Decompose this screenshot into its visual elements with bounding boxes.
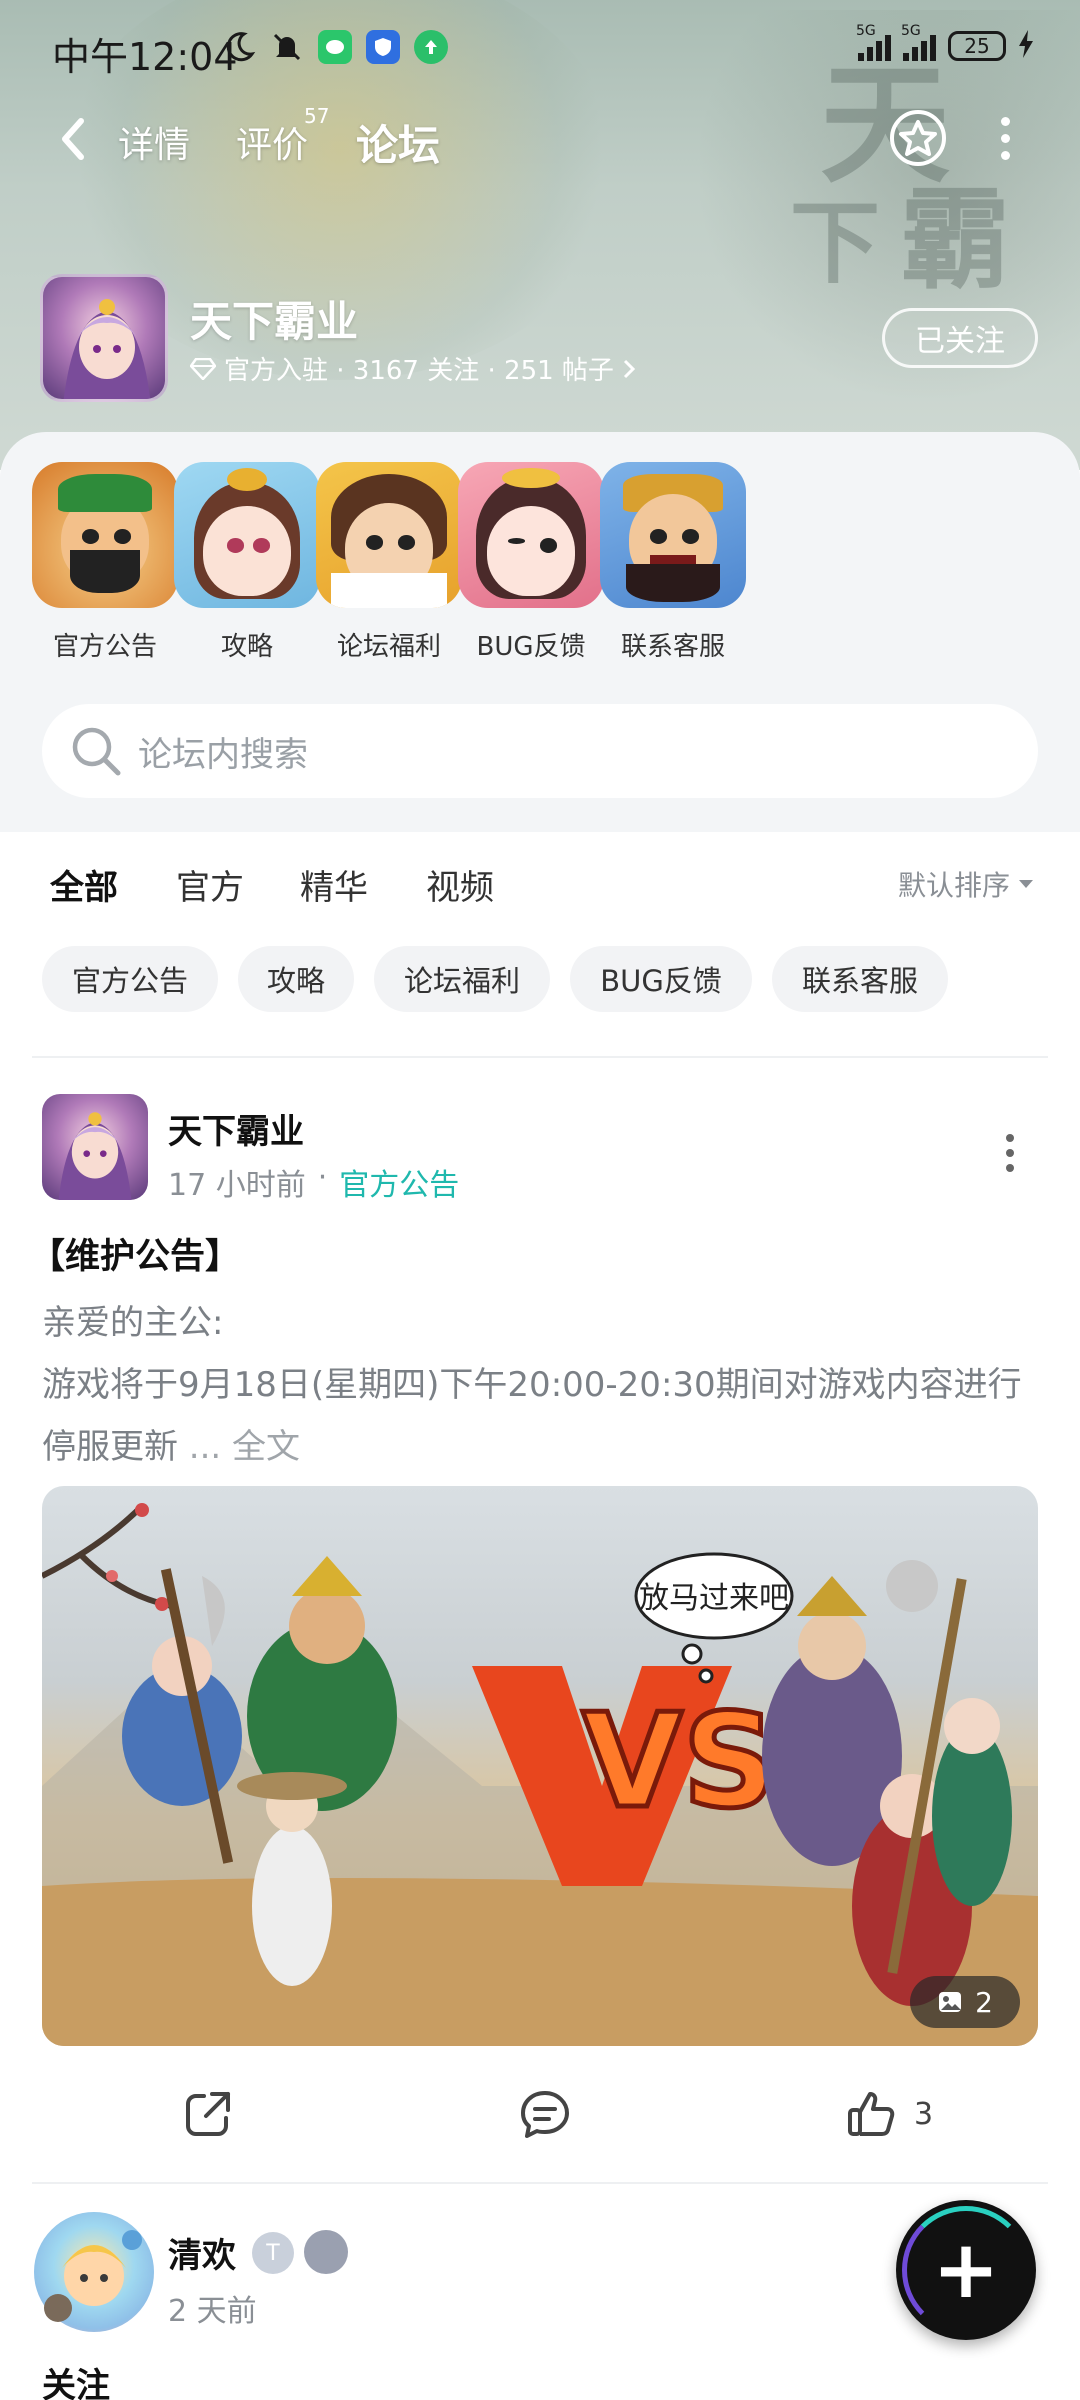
image-icon xyxy=(939,1992,962,2012)
create-post-button[interactable]: + xyxy=(896,2200,1036,2340)
game-stats[interactable]: 官方入驻 · 3167 关注 · 251 帖子 xyxy=(190,350,636,387)
tab-details[interactable]: 详情 xyxy=(118,116,190,168)
official-announcement-icon xyxy=(32,462,178,608)
chip-guides[interactable]: 攻略 xyxy=(238,946,354,1012)
svg-text:VS: VS xyxy=(582,1685,776,1837)
bug-feedback-icon xyxy=(458,462,604,608)
tab-reviews[interactable]: 评价 xyxy=(236,116,308,168)
speech-bubble-text: 放马过来吧 xyxy=(639,1581,789,1616)
following-button[interactable]: 已关注 xyxy=(882,308,1038,368)
signal-icon: 5G xyxy=(856,23,891,61)
divider xyxy=(32,1056,1048,1058)
forum-benefits-icon xyxy=(316,462,462,608)
author-name[interactable]: 清欢 xyxy=(168,2228,236,2277)
moon-icon xyxy=(222,30,256,64)
sort-label: 默认排序 xyxy=(898,869,1011,902)
post-title: 【维护公告】 xyxy=(30,1237,241,1277)
notification-icons xyxy=(222,30,448,64)
customer-service-icon xyxy=(600,462,746,608)
comment-button[interactable] xyxy=(518,2088,572,2142)
meta-separator: · xyxy=(317,1160,328,1195)
section-customer-service[interactable]: 联系客服 xyxy=(588,462,758,663)
review-count-badge: 57 xyxy=(304,104,330,128)
comment-icon xyxy=(521,2091,569,2138)
image-count: 2 xyxy=(975,1985,993,2019)
thumbs-up-icon xyxy=(848,2092,895,2136)
game-stats-text: 官方入驻 · 3167 关注 · 251 帖子 xyxy=(224,356,614,386)
user-medal-icon xyxy=(304,2230,348,2274)
section-label: 官方公告 xyxy=(52,632,157,662)
game-avatar[interactable] xyxy=(40,274,168,402)
filter-tab-video[interactable]: 视频 xyxy=(426,860,494,909)
section-label: 论坛福利 xyxy=(336,632,441,662)
battery-icon: 25 xyxy=(948,31,1006,61)
filter-tab-all[interactable]: 全部 xyxy=(50,860,118,917)
author-avatar[interactable] xyxy=(34,2212,154,2332)
forum-sections-panel: 官方公告 攻略 论坛福利 BUG反馈 联系客服 论坛内搜索 xyxy=(0,432,1080,832)
post-excerpt: 关注 xyxy=(42,2366,110,2400)
status-bar: 中午12:04 5G 5G 25 xyxy=(0,0,1080,96)
network-label: 5G xyxy=(856,23,876,39)
post-category-tag[interactable]: 官方公告 xyxy=(339,1160,459,1204)
section-label: BUG反馈 xyxy=(476,632,586,662)
post-time: 2 天前 xyxy=(168,2294,257,2329)
like-button[interactable]: 3 xyxy=(846,2088,933,2140)
share-button[interactable] xyxy=(182,2088,234,2140)
search-input[interactable]: 论坛内搜索 xyxy=(138,727,308,776)
upload-app-icon xyxy=(414,30,448,64)
ellipsis: ... xyxy=(178,1427,233,1467)
chip-customer-service[interactable]: 联系客服 xyxy=(772,946,948,1012)
guide-icon xyxy=(174,462,320,608)
status-time: 中午12:04 xyxy=(52,35,238,79)
back-button[interactable] xyxy=(48,114,98,164)
post-meta: 17 小时前 · 官方公告 xyxy=(168,1160,459,1204)
post-image[interactable]: VS 放马过来吧 2 xyxy=(42,1486,1038,2046)
forum-search-bar[interactable]: 论坛内搜索 xyxy=(42,704,1038,798)
game-info: 天下霸业 官方入驻 · 3167 关注 · 251 帖子 已关注 xyxy=(0,270,1080,410)
search-icon xyxy=(72,727,121,776)
signal-icon: 5G xyxy=(901,23,936,61)
mute-bell-icon xyxy=(270,30,304,64)
section-label: 攻略 xyxy=(220,632,273,662)
tab-forum[interactable]: 论坛 xyxy=(351,112,445,173)
filter-tab-official[interactable]: 官方 xyxy=(176,860,244,909)
battery-level: 25 xyxy=(964,34,990,58)
user-level-badge: T xyxy=(252,2232,294,2274)
game-title: 天下霸业 xyxy=(190,297,359,346)
chip-forum-benefits[interactable]: 论坛福利 xyxy=(374,946,550,1012)
wechat-icon xyxy=(318,30,352,64)
post-actions: 3 xyxy=(0,2084,1080,2154)
share-icon xyxy=(186,2092,230,2136)
image-count-badge: 2 xyxy=(910,1976,1020,2028)
post-filter: 全部 官方 精华 视频 默认排序 官方公告 攻略 论坛福利 BUG反馈 联系客服 xyxy=(0,832,1080,1058)
favorite-button[interactable] xyxy=(888,108,948,168)
sort-dropdown[interactable]: 默认排序 xyxy=(898,864,1034,904)
star-icon xyxy=(890,110,946,166)
plus-icon: + xyxy=(932,2223,1000,2316)
post-body-line: 亲爱的主公: xyxy=(42,1303,224,1343)
post-body[interactable]: 亲爱的主公: 游戏将于9月18日(星期四)下午20:00-20:30期间对游戏内… xyxy=(42,1292,1042,1478)
post-time: 17 小时前 xyxy=(168,1168,306,1203)
divider xyxy=(32,2182,1048,2184)
post-more-button[interactable] xyxy=(1004,1134,1016,1174)
charging-icon xyxy=(1018,30,1034,62)
author-name[interactable]: 天下霸业 xyxy=(168,1104,304,1153)
chip-official-announcements[interactable]: 官方公告 xyxy=(42,946,218,1012)
more-options-button[interactable] xyxy=(990,112,1020,164)
like-count: 3 xyxy=(914,2096,934,2132)
chevron-left-icon xyxy=(62,118,84,160)
chip-bug-feedback[interactable]: BUG反馈 xyxy=(570,946,752,1012)
game-header: 天 下 霸 中午12:04 5G 5G 25 详情 评价 57 论坛 天下霸业 … xyxy=(0,0,1080,470)
top-nav: 详情 评价 57 论坛 xyxy=(0,96,1080,186)
caret-down-icon xyxy=(1019,880,1034,888)
read-full-link[interactable]: 全文 xyxy=(232,1427,300,1467)
diamond-icon xyxy=(190,357,216,380)
shield-app-icon xyxy=(366,30,400,64)
network-label: 5G xyxy=(901,23,921,39)
status-right-icons: 5G 5G 25 xyxy=(856,23,1034,62)
chevron-right-icon xyxy=(623,359,636,378)
author-avatar[interactable] xyxy=(42,1094,148,1200)
filter-tab-featured[interactable]: 精华 xyxy=(300,860,368,909)
section-label: 联系客服 xyxy=(620,632,725,662)
